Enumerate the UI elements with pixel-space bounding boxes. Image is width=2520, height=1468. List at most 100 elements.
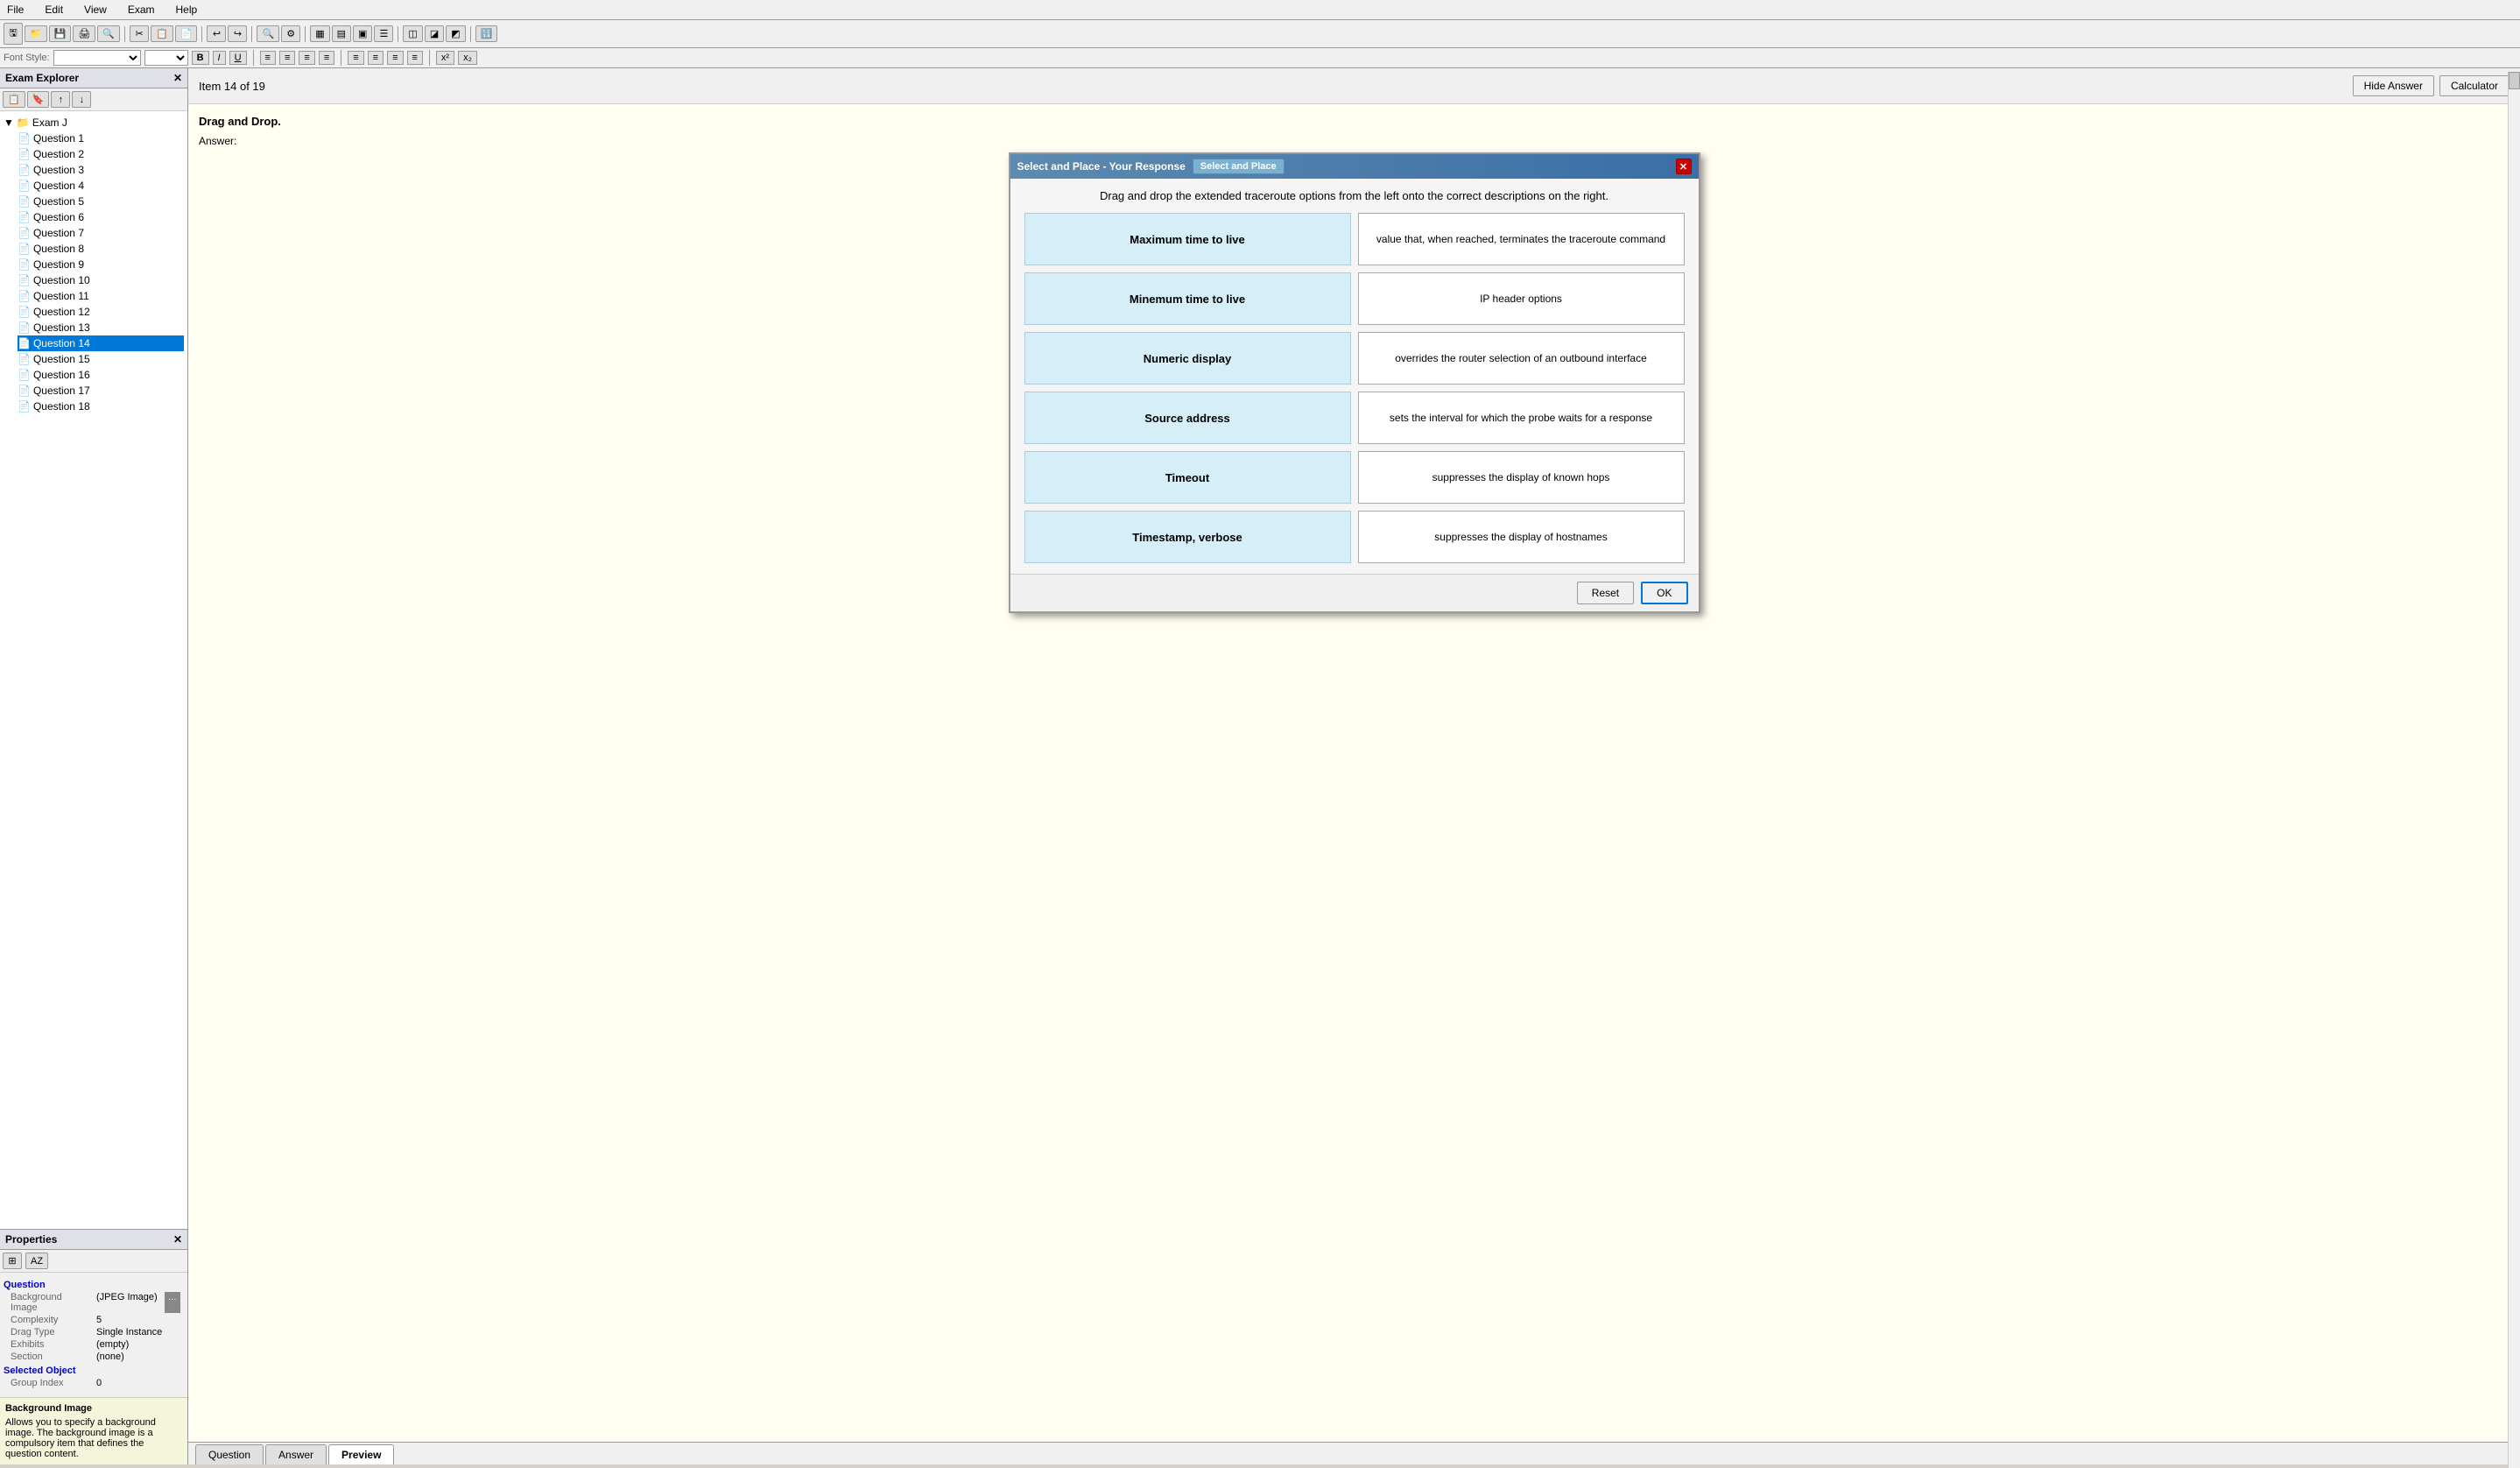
- drag-item-5[interactable]: Timeout: [1024, 451, 1351, 504]
- q1-icon: 📄: [18, 132, 31, 145]
- sidebar-close-btn[interactable]: ✕: [173, 72, 182, 84]
- align3-btn[interactable]: ◩: [446, 25, 465, 42]
- font-sep3: [429, 50, 430, 66]
- sidebar-item-q14[interactable]: 📄Question 14: [18, 335, 184, 351]
- sidebar-item-q6[interactable]: 📄Question 6: [18, 209, 184, 225]
- sidebar-item-q17[interactable]: 📄Question 17: [18, 383, 184, 399]
- drop-item-1[interactable]: value that, when reached, terminates the…: [1358, 213, 1685, 265]
- align-justify-btn[interactable]: ≡: [319, 51, 334, 65]
- prop-exhibits-value: (empty): [96, 1339, 129, 1350]
- sidebar-item-q3[interactable]: 📄Question 3: [18, 162, 184, 178]
- sep6: [470, 26, 471, 42]
- new-btn[interactable]: 🖫: [4, 23, 23, 45]
- prop-section-label: Section: [11, 1352, 89, 1362]
- align-right-btn[interactable]: ≡: [299, 51, 314, 65]
- ok-btn[interactable]: OK: [1641, 582, 1687, 604]
- drag-item-2[interactable]: Minemum time to live: [1024, 272, 1351, 325]
- sidebar-btn-down[interactable]: ↓: [72, 91, 91, 108]
- menu-view[interactable]: View: [81, 2, 110, 18]
- number-btn[interactable]: 🔢: [475, 25, 498, 42]
- drag-item-3[interactable]: Numeric display: [1024, 332, 1351, 385]
- sidebar-item-q18[interactable]: 📄Question 18: [18, 399, 184, 414]
- undo-btn[interactable]: ↩: [207, 25, 226, 42]
- cut-btn[interactable]: ✂: [130, 25, 149, 42]
- menu-help[interactable]: Help: [172, 2, 201, 18]
- subscript-btn[interactable]: x₂: [458, 51, 477, 65]
- tab-preview[interactable]: Preview: [328, 1444, 394, 1464]
- sidebar-item-q16[interactable]: 📄Question 16: [18, 367, 184, 383]
- sidebar-item-q7[interactable]: 📄Question 7: [18, 225, 184, 241]
- open-btn[interactable]: 📁: [25, 25, 47, 42]
- sidebar-item-q5[interactable]: 📄Question 5: [18, 194, 184, 209]
- settings-btn[interactable]: ⚙: [281, 25, 300, 42]
- props-btn2[interactable]: AZ: [25, 1253, 48, 1269]
- content-area: Item 14 of 19 Hide Answer Calculator Dra…: [188, 68, 2520, 1464]
- paste-btn[interactable]: 📄: [175, 25, 198, 42]
- tab-question[interactable]: Question: [195, 1444, 264, 1464]
- outdent-btn[interactable]: ≡: [407, 51, 423, 65]
- copy-btn[interactable]: 📋: [151, 25, 173, 42]
- sidebar-item-q8[interactable]: 📄Question 8: [18, 241, 184, 257]
- align1-btn[interactable]: ◫: [403, 25, 422, 42]
- tab-answer[interactable]: Answer: [265, 1444, 327, 1464]
- align-left-btn[interactable]: ≡: [260, 51, 276, 65]
- menu-edit[interactable]: Edit: [41, 2, 67, 18]
- sidebar-btn2[interactable]: 🔖: [27, 91, 50, 108]
- properties-content: Question Background Image (JPEG Image) ……: [0, 1273, 187, 1394]
- sidebar-item-q11[interactable]: 📄Question 11: [18, 288, 184, 304]
- menu-exam[interactable]: Exam: [124, 2, 158, 18]
- italic-btn[interactable]: I: [213, 51, 226, 65]
- drop-item-2[interactable]: IP header options: [1358, 272, 1685, 325]
- sidebar-btn-up[interactable]: ↑: [51, 91, 70, 108]
- print-btn[interactable]: 🖨: [73, 25, 95, 42]
- modal-close-btn[interactable]: ✕: [1676, 159, 1692, 174]
- sidebar-item-q10[interactable]: 📄Question 10: [18, 272, 184, 288]
- sidebar-tree: ▼ 📁 Exam J 📄Question 1 📄Question 2 📄Ques…: [0, 111, 187, 1229]
- sep3: [251, 26, 252, 42]
- hide-answer-btn[interactable]: Hide Answer: [2353, 75, 2434, 96]
- font-select[interactable]: [53, 50, 141, 66]
- drag-item-6[interactable]: Timestamp, verbose: [1024, 511, 1351, 563]
- menu-file[interactable]: File: [4, 2, 27, 18]
- font-size-select[interactable]: [144, 50, 188, 66]
- prop-browse-btn[interactable]: …: [165, 1292, 180, 1313]
- sidebar-item-q15[interactable]: 📄Question 15: [18, 351, 184, 367]
- drop-item-5[interactable]: suppresses the display of known hops: [1358, 451, 1685, 504]
- list-num-btn[interactable]: ≡: [348, 51, 363, 65]
- grid1-btn[interactable]: ▦: [310, 25, 329, 42]
- list-btn[interactable]: ☰: [374, 25, 393, 42]
- save-btn[interactable]: 💾: [49, 25, 72, 42]
- align-center-btn[interactable]: ≡: [279, 51, 295, 65]
- sidebar-item-q4[interactable]: 📄Question 4: [18, 178, 184, 194]
- tree-exam[interactable]: ▼ 📁 Exam J: [4, 115, 184, 131]
- indent-btn[interactable]: ≡: [387, 51, 403, 65]
- sidebar-item-q1[interactable]: 📄Question 1: [18, 131, 184, 146]
- drop-item-6[interactable]: suppresses the display of hostnames: [1358, 511, 1685, 563]
- superscript-btn[interactable]: x²: [436, 51, 454, 65]
- calculator-btn[interactable]: Calculator: [2439, 75, 2509, 96]
- drag-item-1[interactable]: Maximum time to live: [1024, 213, 1351, 265]
- grid3-btn[interactable]: ▣: [353, 25, 372, 42]
- drop-item-3[interactable]: overrides the router selection of an out…: [1358, 332, 1685, 385]
- find-btn[interactable]: 🔍: [257, 25, 279, 42]
- bold-btn[interactable]: B: [192, 51, 209, 65]
- props-btn1[interactable]: ⊞: [3, 1253, 22, 1269]
- scrollbar-thumb[interactable]: [2509, 72, 2520, 89]
- sidebar-item-q13[interactable]: 📄Question 13: [18, 320, 184, 335]
- grid2-btn[interactable]: ▤: [332, 25, 351, 42]
- sidebar-item-q12[interactable]: 📄Question 12: [18, 304, 184, 320]
- preview-btn[interactable]: 🔍: [97, 25, 120, 42]
- reset-btn[interactable]: Reset: [1577, 582, 1634, 604]
- sidebar-btn1[interactable]: 📋: [3, 91, 25, 108]
- sidebar-item-q9[interactable]: 📄Question 9: [18, 257, 184, 272]
- drag-item-4[interactable]: Source address: [1024, 392, 1351, 444]
- prop-footer-text: Allows you to specify a background image…: [5, 1417, 182, 1459]
- questions-list: 📄Question 1 📄Question 2 📄Question 3 📄Que…: [4, 131, 184, 414]
- list-bullet-btn[interactable]: ≡: [368, 51, 384, 65]
- properties-close-btn[interactable]: ✕: [173, 1233, 182, 1246]
- sidebar-item-q2[interactable]: 📄Question 2: [18, 146, 184, 162]
- align2-btn[interactable]: ◪: [425, 25, 444, 42]
- drop-item-4[interactable]: sets the interval for which the probe wa…: [1358, 392, 1685, 444]
- underline-btn[interactable]: U: [229, 51, 247, 65]
- redo-btn[interactable]: ↪: [228, 25, 247, 42]
